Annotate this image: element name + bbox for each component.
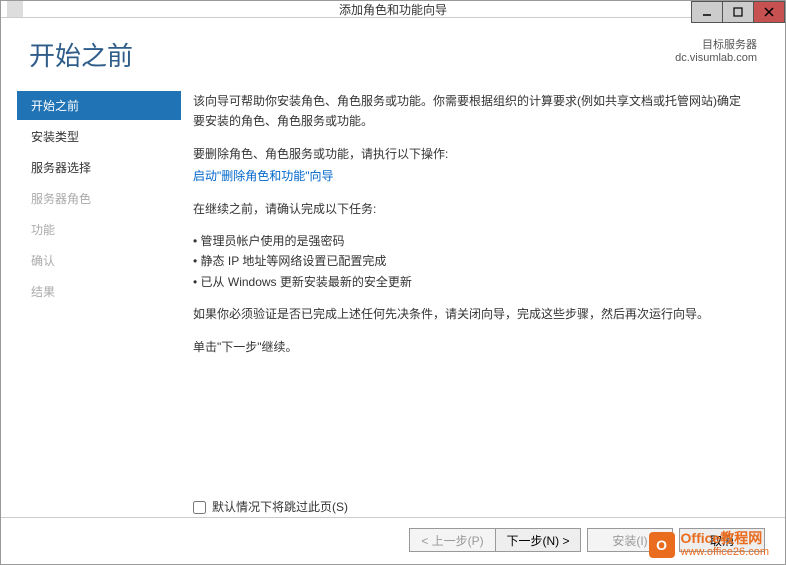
nav-confirmation: 确认 <box>17 246 181 275</box>
next-button[interactable]: 下一步(N) > <box>495 528 581 552</box>
target-server-info: 目标服务器 dc.visumlab.com <box>675 36 757 64</box>
install-button: 安装(I) <box>587 528 673 552</box>
nav-server-selection[interactable]: 服务器选择 <box>17 153 181 182</box>
nav-results: 结果 <box>17 277 181 306</box>
cancel-button[interactable]: 取消 <box>679 528 765 552</box>
remove-intro: 要删除角色、角色服务或功能，请执行以下操作: <box>193 144 749 164</box>
footer: < 上一步(P) 下一步(N) > 安装(I) 取消 O Office教程网 w… <box>1 517 785 564</box>
prereq-list: 管理员帐户使用的是强密码 静态 IP 地址等网络设置已配置完成 已从 Windo… <box>193 231 749 292</box>
close-icon <box>764 7 774 17</box>
nav-button-pair: < 上一步(P) 下一步(N) > <box>409 528 581 552</box>
prereq-item: 静态 IP 地址等网络设置已配置完成 <box>193 251 749 271</box>
nav-server-roles: 服务器角色 <box>17 184 181 213</box>
maximize-icon <box>733 7 743 17</box>
page-title: 开始之前 <box>29 36 133 73</box>
wizard-window: 添加角色和功能向导 开始之前 目标服务器 dc.visumlab.com 开始之… <box>0 0 786 565</box>
app-icon <box>7 1 23 17</box>
target-server: dc.visumlab.com <box>675 52 757 64</box>
skip-checkbox[interactable] <box>193 501 206 514</box>
body: 开始之前 目标服务器 dc.visumlab.com 开始之前 安装类型 服务器… <box>1 18 785 564</box>
continue-text: 单击"下一步"继续。 <box>193 337 749 357</box>
previous-button: < 上一步(P) <box>409 528 495 552</box>
intro-text: 该向导可帮助你安装角色、角色服务或功能。你需要根据组织的计算要求(例如共享文档或… <box>193 91 749 132</box>
nav-installation-type[interactable]: 安装类型 <box>17 122 181 151</box>
target-label: 目标服务器 <box>675 36 757 52</box>
minimize-icon <box>702 7 712 17</box>
prereq-item: 已从 Windows 更新安装最新的安全更新 <box>193 272 749 292</box>
nav-before-you-begin[interactable]: 开始之前 <box>17 91 181 120</box>
window-controls <box>692 1 785 23</box>
minimize-button[interactable] <box>691 1 723 23</box>
tasks-intro: 在继续之前，请确认完成以下任务: <box>193 199 749 219</box>
window-title: 添加角色和功能向导 <box>339 1 447 18</box>
skip-label: 默认情况下将跳过此页(S) <box>212 497 348 517</box>
close-button[interactable] <box>753 1 785 23</box>
main-content: 该向导可帮助你安装角色、角色服务或功能。你需要根据组织的计算要求(例如共享文档或… <box>181 91 757 517</box>
nav-features: 功能 <box>17 215 181 244</box>
header: 开始之前 目标服务器 dc.visumlab.com <box>1 18 785 91</box>
remove-roles-link[interactable]: 启动"删除角色和功能"向导 <box>193 169 334 183</box>
maximize-button[interactable] <box>722 1 754 23</box>
skip-row: 默认情况下将跳过此页(S) <box>193 497 749 517</box>
titlebar: 添加角色和功能向导 <box>1 1 785 18</box>
content: 开始之前 安装类型 服务器选择 服务器角色 功能 确认 结果 该向导可帮助你安装… <box>1 91 785 517</box>
sidebar: 开始之前 安装类型 服务器选择 服务器角色 功能 确认 结果 <box>1 91 181 517</box>
verify-text: 如果你必须验证是否已完成上述任何先决条件，请关闭向导，完成这些步骤，然后再次运行… <box>193 304 749 324</box>
prereq-item: 管理员帐户使用的是强密码 <box>193 231 749 251</box>
